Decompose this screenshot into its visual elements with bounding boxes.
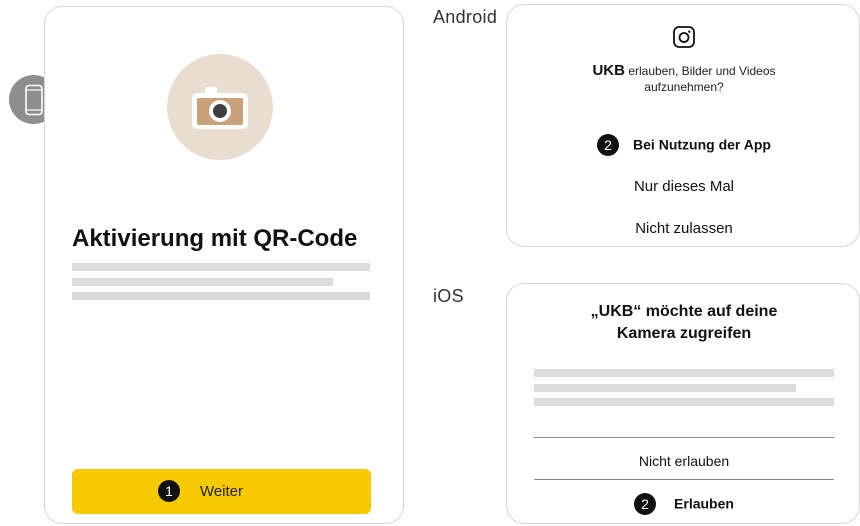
only-this-time-option[interactable]: Nur dieses Mal xyxy=(507,178,860,195)
divider xyxy=(534,437,834,438)
prompt-text-continued: aufzunehmen? xyxy=(644,80,724,94)
step-badge: 2 xyxy=(597,134,620,156)
placeholder-text-line xyxy=(534,398,834,406)
deny-button[interactable]: Nicht erlauben xyxy=(507,453,860,469)
android-permission-dialog: UKB erlauben, Bilder und Videos aufzuneh… xyxy=(506,4,860,247)
allow-button-label: Erlauben xyxy=(674,495,734,512)
option-label: Bei Nutzung der App xyxy=(633,136,771,153)
weiter-button[interactable]: 1 Weiter xyxy=(72,469,371,514)
weiter-button-label: Weiter xyxy=(199,483,244,500)
placeholder-text-line xyxy=(72,263,370,271)
dialog-title-line1: „UKB“ möchte auf deine xyxy=(590,303,778,320)
prompt-text: erlauben, Bilder und Videos xyxy=(628,64,776,78)
dialog-title: „UKB“ möchte auf deine Kamera zugreifen xyxy=(507,301,860,345)
placeholder-text-line xyxy=(534,384,796,392)
option-label: Nicht zulassen xyxy=(635,220,733,237)
camera-icon xyxy=(192,87,248,129)
page-title: Aktivierung mit QR-Code xyxy=(72,225,358,252)
activation-screen: Aktivierung mit QR-Code 1 Weiter xyxy=(44,6,404,524)
placeholder-text-line xyxy=(72,292,370,300)
ios-permission-dialog: „UKB“ möchte auf deine Kamera zugreifen … xyxy=(506,283,860,524)
dialog-title-line2: Kamera zugreifen xyxy=(616,325,752,342)
step-badge: 1 xyxy=(158,480,180,502)
deny-option[interactable]: Nicht zulassen xyxy=(507,220,860,237)
placeholder-text-line xyxy=(72,278,333,286)
android-platform-label: Android xyxy=(433,7,498,27)
ios-platform-label: iOS xyxy=(433,286,464,306)
step-badge: 2 xyxy=(634,493,657,515)
divider xyxy=(534,479,834,480)
allow-while-using-app-option[interactable]: 2 Bei Nutzung der App xyxy=(507,134,860,157)
placeholder-text-line xyxy=(534,369,834,377)
camera-illustration xyxy=(167,54,273,160)
camera-outline-icon xyxy=(673,26,695,48)
allow-button[interactable]: 2 Erlauben xyxy=(507,493,860,516)
app-name: UKB xyxy=(592,62,625,79)
option-label: Nur dieses Mal xyxy=(633,178,735,195)
permission-prompt: UKB erlauben, Bilder und Videos aufzuneh… xyxy=(507,63,860,95)
smartphone-icon xyxy=(24,84,43,115)
